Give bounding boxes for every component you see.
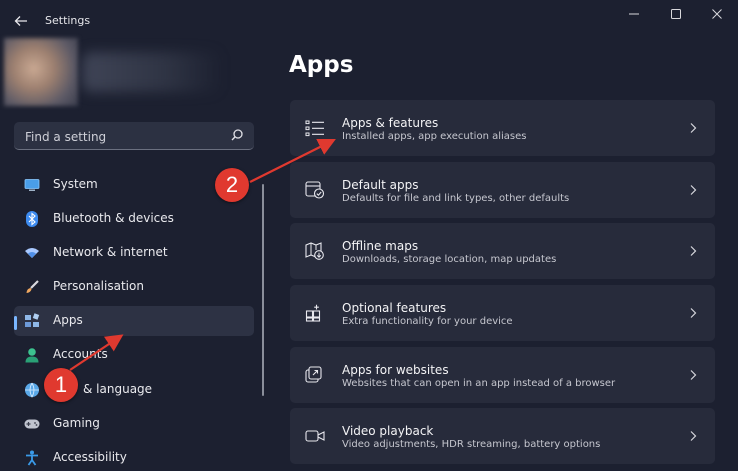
sidebar-item-label: Apps xyxy=(53,313,83,327)
selection-indicator xyxy=(14,316,17,330)
arrow-left-icon xyxy=(14,16,27,26)
title-bar: Settings xyxy=(0,0,738,40)
brush-icon xyxy=(24,279,40,295)
chevron-right-icon xyxy=(690,246,697,256)
video-icon xyxy=(305,430,325,442)
sidebar-item-apps[interactable]: Apps xyxy=(14,306,254,336)
wifi-icon xyxy=(24,245,40,261)
chevron-right-icon xyxy=(690,123,697,133)
chevron-right-icon xyxy=(690,431,697,441)
sidebar-item-personalisation[interactable]: Personalisation xyxy=(14,272,254,302)
sidebar-item-network[interactable]: Network & internet xyxy=(14,238,254,268)
close-icon xyxy=(712,9,722,19)
chevron-right-icon xyxy=(690,370,697,380)
default-apps-icon xyxy=(305,181,325,199)
bluetooth-icon xyxy=(24,211,40,227)
card-subtitle: Extra functionality for your device xyxy=(342,316,513,327)
card-title: Apps for websites xyxy=(342,363,449,377)
card-subtitle: Downloads, storage location, map updates xyxy=(342,254,557,265)
map-icon xyxy=(305,242,324,260)
card-apps-features[interactable]: Apps & features Installed apps, app exec… xyxy=(290,100,715,156)
minimize-button[interactable] xyxy=(614,4,654,24)
sidebar-item-label: Personalisation xyxy=(53,279,144,293)
card-offline-maps[interactable]: Offline maps Downloads, storage location… xyxy=(290,223,715,279)
sidebar-item-label: Network & internet xyxy=(53,245,168,259)
minimize-icon xyxy=(629,13,639,15)
controller-icon xyxy=(24,416,40,432)
search-icon[interactable] xyxy=(230,128,244,142)
card-title: Video playback xyxy=(342,424,434,438)
card-title: Apps & features xyxy=(342,116,439,130)
apps-icon xyxy=(24,313,40,329)
card-title: Offline maps xyxy=(342,239,419,253)
globe-icon xyxy=(24,382,40,398)
card-subtitle: Defaults for file and link types, other … xyxy=(342,193,570,204)
annotation-badge-1: 1 xyxy=(44,368,78,402)
window-title: Settings xyxy=(45,14,91,27)
sidebar-item-label: Gaming xyxy=(53,416,100,430)
card-title: Optional features xyxy=(342,301,447,315)
card-title: Default apps xyxy=(342,178,419,192)
chevron-right-icon xyxy=(690,185,697,195)
card-optional-features[interactable]: Optional features Extra functionality fo… xyxy=(290,285,715,341)
avatar[interactable] xyxy=(4,38,78,106)
accessibility-icon xyxy=(24,450,40,466)
close-button[interactable] xyxy=(697,4,737,24)
sidebar-item-label: Bluetooth & devices xyxy=(53,211,174,225)
card-subtitle: Websites that can open in an app instead… xyxy=(342,378,616,389)
monitor-icon xyxy=(24,177,40,193)
sidebar-item-bluetooth[interactable]: Bluetooth & devices xyxy=(14,204,254,234)
annotation-badge-2: 2 xyxy=(215,168,249,202)
maximize-icon xyxy=(671,9,681,19)
page-title: Apps xyxy=(289,52,354,78)
card-subtitle: Installed apps, app execution aliases xyxy=(342,131,527,142)
settings-window: Settings System Bluetooth & devices xyxy=(0,0,738,471)
sidebar-item-label: & language xyxy=(83,382,153,396)
card-subtitle: Video adjustments, HDR streaming, batter… xyxy=(342,439,601,450)
sidebar-item-label: Accounts xyxy=(53,347,108,361)
sidebar-item-label: Accessibility xyxy=(53,450,127,464)
back-button[interactable] xyxy=(10,10,32,32)
chevron-right-icon xyxy=(690,308,697,318)
profile-info xyxy=(82,52,222,92)
card-apps-for-websites[interactable]: Apps for websites Websites that can open… xyxy=(290,347,715,403)
person-icon xyxy=(24,347,40,363)
card-video-playback[interactable]: Video playback Video adjustments, HDR st… xyxy=(290,408,715,464)
search-input[interactable] xyxy=(23,126,227,148)
sidebar-scrollbar[interactable] xyxy=(262,184,264,396)
grid-plus-icon xyxy=(305,304,321,322)
card-default-apps[interactable]: Default apps Defaults for file and link … xyxy=(290,162,715,218)
sidebar-item-gaming[interactable]: Gaming xyxy=(14,409,254,439)
open-external-icon xyxy=(305,366,322,383)
sidebar-item-label: System xyxy=(53,177,98,191)
search-box[interactable] xyxy=(14,122,254,150)
sidebar-item-accounts[interactable]: Accounts xyxy=(14,340,254,370)
list-icon xyxy=(305,120,324,137)
sidebar-item-accessibility[interactable]: Accessibility xyxy=(14,443,254,471)
maximize-button[interactable] xyxy=(656,4,696,24)
